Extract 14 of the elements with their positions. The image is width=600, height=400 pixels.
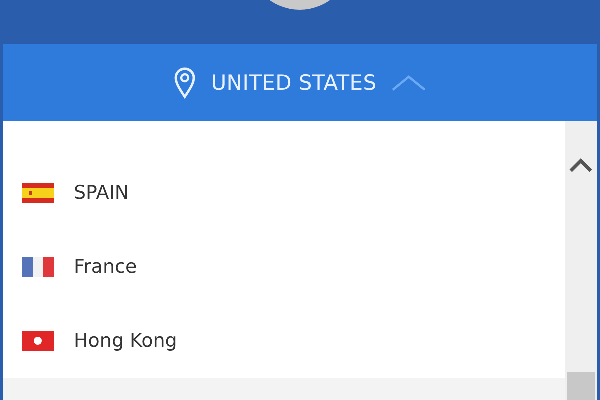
hovered-list-row[interactable]	[3, 378, 565, 400]
flag-icon	[22, 331, 54, 351]
country-item[interactable]: Hong Kong	[3, 304, 565, 378]
flag-icon	[22, 257, 54, 277]
country-item[interactable]: France	[3, 230, 565, 304]
flag-icon	[22, 183, 54, 203]
location-bar[interactable]: UNITED STATES	[3, 44, 597, 121]
chevron-icon[interactable]	[390, 74, 427, 92]
scrollbar[interactable]	[565, 121, 597, 400]
location-pin-icon	[173, 66, 198, 98]
country-item[interactable]: SPAIN	[3, 156, 565, 230]
scroll-up-icon[interactable]	[569, 157, 593, 173]
scroll-thumb[interactable]	[567, 372, 595, 400]
selected-country: UNITED STATES	[211, 70, 377, 94]
